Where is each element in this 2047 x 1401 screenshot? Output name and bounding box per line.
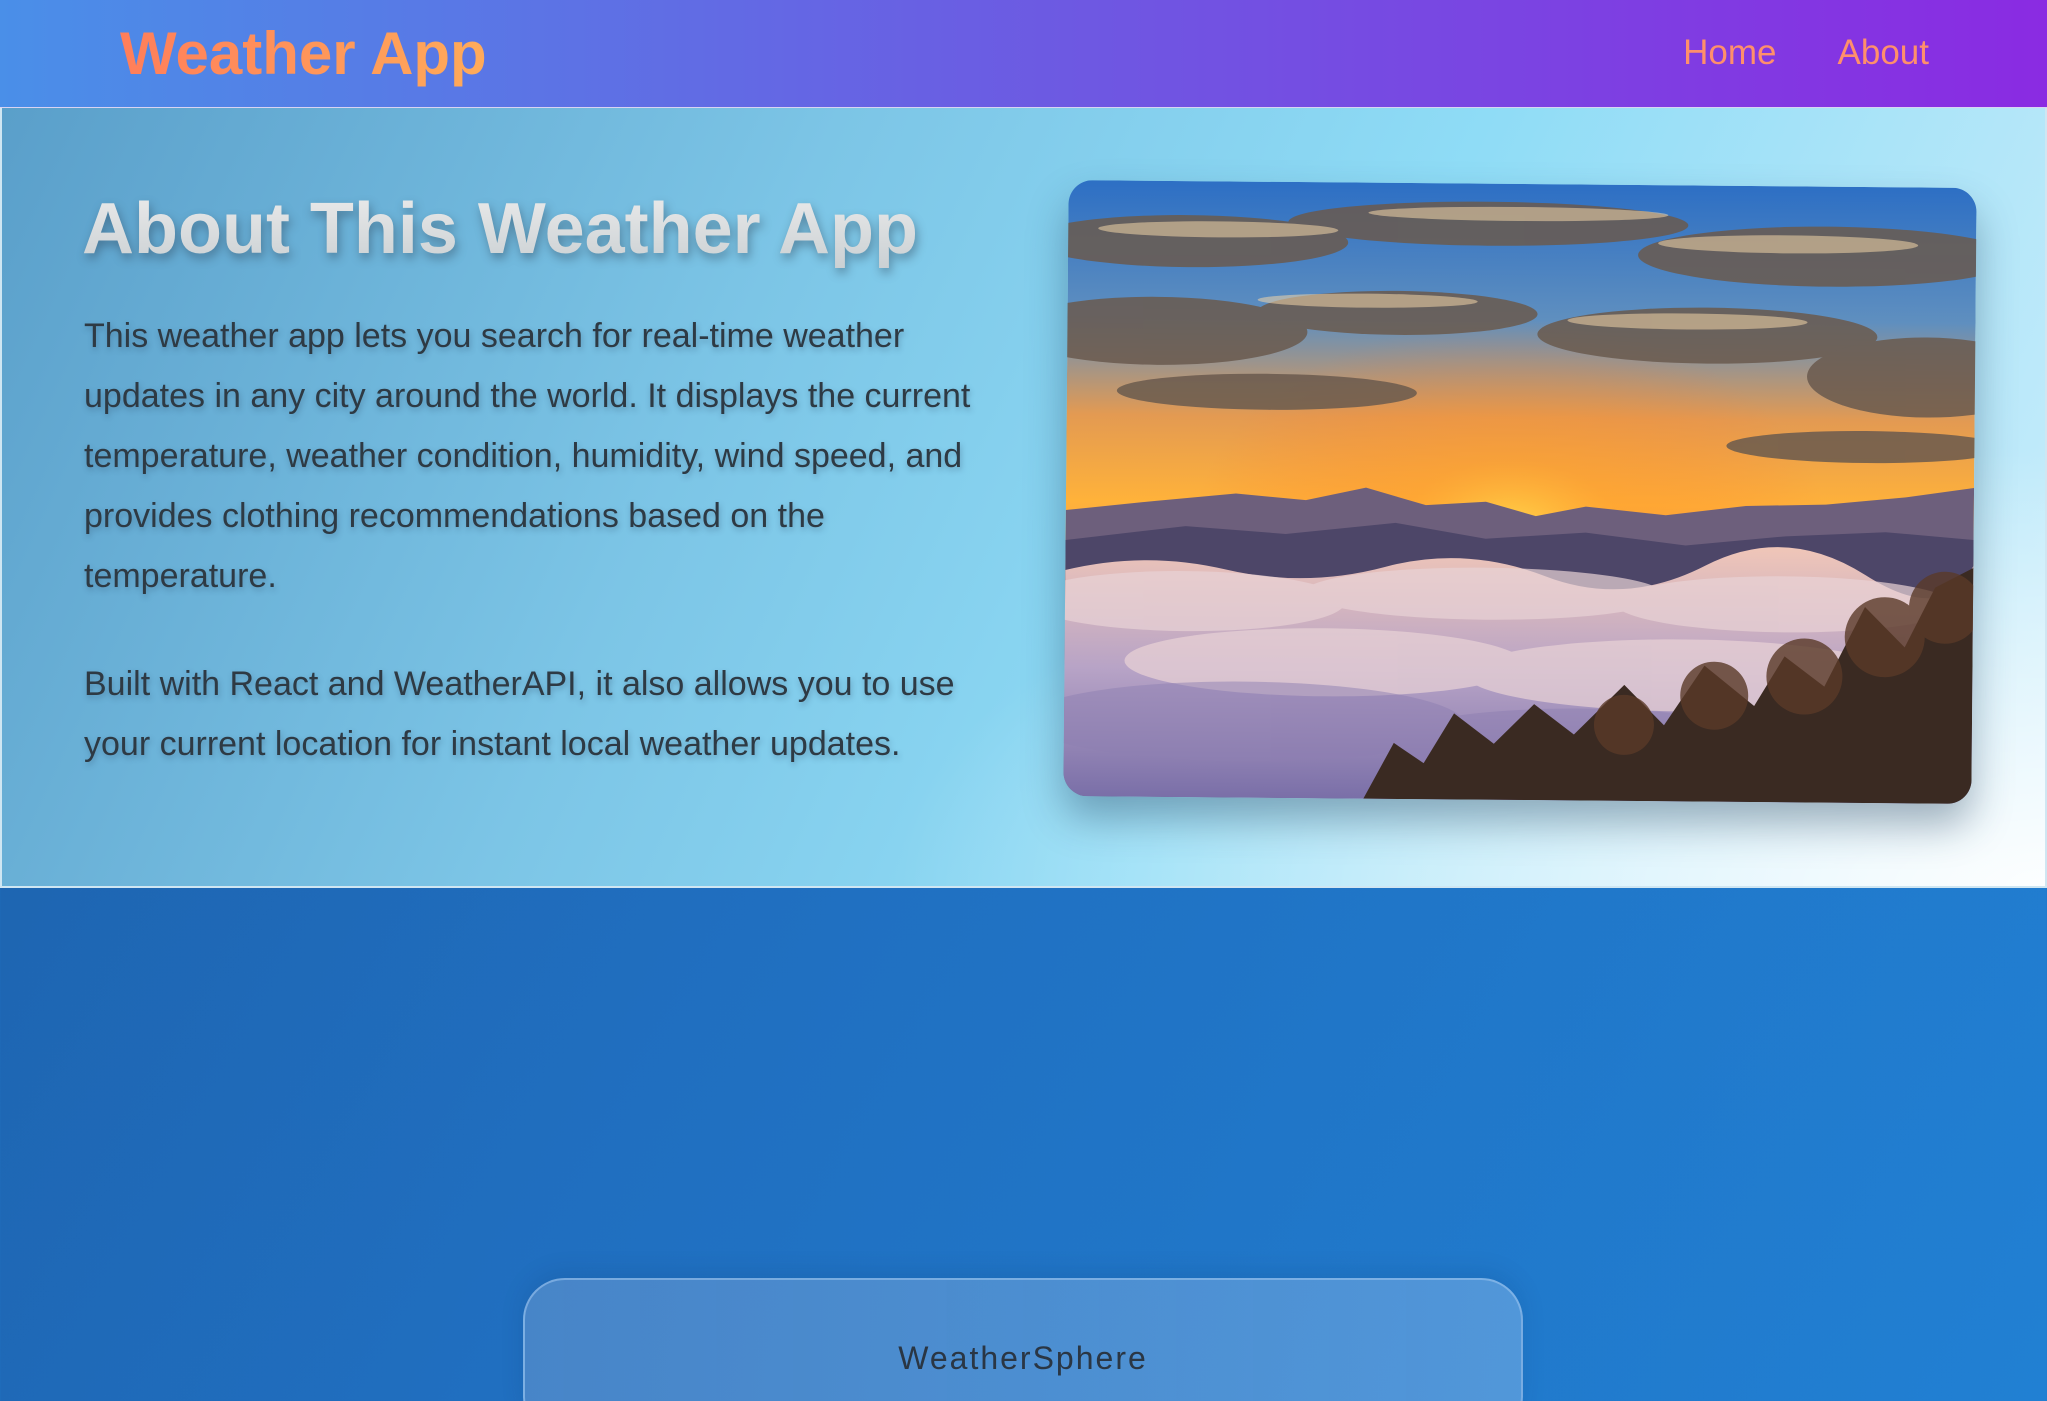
footer-card: WeatherSphere	[523, 1278, 1523, 1401]
about-tech-paragraph: Built with React and WeatherAPI, it also…	[84, 665, 955, 763]
nav-link-about[interactable]: About	[1838, 30, 1929, 76]
nav-links: Home About	[1683, 30, 1929, 76]
nav-link-home[interactable]: Home	[1683, 30, 1776, 76]
footer-brand: WeatherSphere	[898, 1340, 1148, 1376]
about-section: About This Weather App This weather app …	[0, 108, 2047, 888]
about-title: About This Weather App	[82, 186, 918, 272]
about-description-paragraph: This weather app lets you search for rea…	[84, 317, 971, 595]
sunrise-clouds-image	[1063, 180, 1977, 804]
navbar: Weather App Home About	[0, 0, 2047, 108]
brand-logo-text[interactable]: Weather App	[120, 17, 487, 91]
